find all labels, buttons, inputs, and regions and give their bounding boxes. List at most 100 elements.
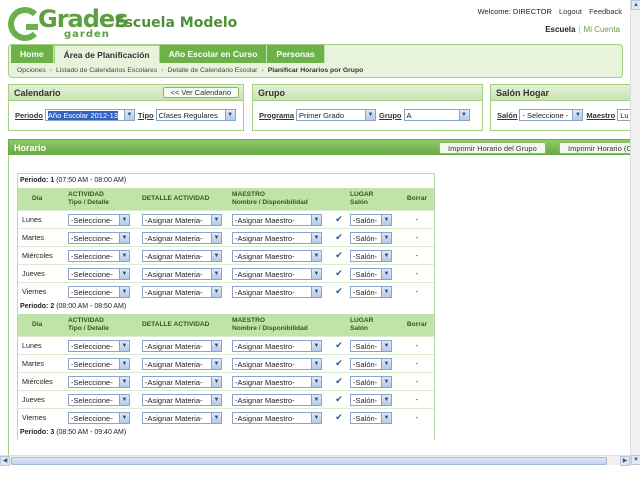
borrar-button[interactable]: - — [402, 359, 432, 368]
materia-select-value: -Asignar Materia- — [145, 287, 203, 297]
chevron-down-icon: ▼ — [381, 232, 391, 243]
logout-link[interactable]: Logout — [559, 7, 582, 16]
breadcrumb-item[interactable]: Listado de Calendarios Escolares — [56, 67, 157, 74]
materia-select[interactable]: -Asignar Materia- ▼ — [142, 375, 222, 388]
tab-1[interactable]: Área de Planificación — [53, 45, 160, 63]
borrar-button[interactable]: - — [402, 233, 432, 242]
actividad-select[interactable]: -Seleccione- ▼ — [68, 213, 130, 226]
borrar-button[interactable]: - — [402, 413, 432, 422]
borrar-button[interactable]: - — [402, 395, 432, 404]
breadcrumb-item[interactable]: Opciones — [17, 67, 46, 74]
materia-select[interactable]: -Asignar Materia- ▼ — [142, 231, 222, 244]
lugar-cell: -Salón- ▼ — [350, 285, 402, 298]
salon-select[interactable]: -Salón- ▼ — [350, 375, 392, 388]
materia-select[interactable]: -Asignar Materia- ▼ — [142, 411, 222, 424]
maestro-select[interactable]: -Asignar Maestro- ▼ — [232, 285, 322, 298]
actividad-select[interactable]: -Seleccione- ▼ — [68, 375, 130, 388]
chevron-down-icon: ▼ — [211, 394, 221, 405]
escuela-link[interactable]: Escuela — [545, 25, 575, 34]
salon-select[interactable]: -Salón- ▼ — [350, 213, 392, 226]
maestro-select[interactable]: -Asignar Maestro- ▼ — [232, 375, 322, 388]
maestro-select[interactable]: -Asignar Maestro- ▼ — [232, 357, 322, 370]
maestro-select[interactable]: -Asignar Maestro- ▼ — [232, 249, 322, 262]
actividad-select[interactable]: -Seleccione- ▼ — [68, 393, 130, 406]
materia-select[interactable]: -Asignar Materia- ▼ — [142, 249, 222, 262]
scroll-down-icon[interactable]: ▼ — [631, 455, 640, 465]
tipo-select[interactable]: Clases Regulares ▼ — [155, 109, 236, 121]
availability-check-icon: ✔ — [335, 376, 343, 386]
tab-0[interactable]: Home — [11, 45, 54, 63]
materia-select[interactable]: -Asignar Materia- ▼ — [142, 213, 222, 226]
actividad-select[interactable]: -Seleccione- ▼ — [68, 285, 130, 298]
col-check — [328, 188, 350, 210]
mi-cuenta-link[interactable]: Mi Cuenta — [584, 25, 620, 34]
salon-select[interactable]: -Salón- ▼ — [350, 411, 392, 424]
periodo-select[interactable]: Año Escolar 2012-13 ▼ — [44, 109, 135, 121]
scroll-up-icon[interactable]: ▲ — [631, 0, 640, 10]
maestro-select[interactable]: -Asignar Maestro- ▼ — [232, 267, 322, 280]
vertical-scrollbar[interactable]: ▲ ▼ — [630, 0, 640, 465]
salon-select[interactable]: -Salón- ▼ — [350, 249, 392, 262]
salon-select[interactable]: -Salón- ▼ — [350, 339, 392, 352]
scroll-right-icon[interactable]: ▶ — [620, 456, 630, 466]
materia-select[interactable]: -Asignar Materia- ▼ — [142, 357, 222, 370]
scroll-left-icon[interactable]: ◀ — [0, 456, 10, 466]
tab-2[interactable]: Año Escolar en Curso — [159, 45, 268, 63]
grades-garden-logo[interactable]: Grades garden — [8, 7, 128, 41]
horizontal-scroll-thumb[interactable] — [11, 457, 607, 465]
imprimir-horario-otro-button[interactable]: Imprimir Horario (C — [559, 142, 640, 154]
col-maestro: MAESTRO Nombre / Disponibilidad — [232, 188, 328, 210]
actividad-select[interactable]: -Seleccione- ▼ — [68, 231, 130, 244]
salon-select[interactable]: -Salón- ▼ — [350, 285, 392, 298]
actividad-select[interactable]: -Seleccione- ▼ — [68, 357, 130, 370]
materia-select[interactable]: -Asignar Materia- ▼ — [142, 285, 222, 298]
actividad-cell: -Seleccione- ▼ — [68, 339, 142, 352]
salon-select[interactable]: -Salón- ▼ — [350, 267, 392, 280]
actividad-select-value: -Seleccione- — [71, 377, 113, 387]
availability-check-icon: ✔ — [335, 412, 343, 422]
actividad-select-value: -Seleccione- — [71, 215, 113, 225]
borrar-button[interactable]: - — [402, 341, 432, 350]
chevron-down-icon: ▼ — [119, 250, 129, 261]
borrar-button[interactable]: - — [402, 287, 432, 296]
maestro-select[interactable]: -Asignar Maestro- ▼ — [232, 393, 322, 406]
actividad-cell: -Seleccione- ▼ — [68, 231, 142, 244]
tab-3[interactable]: Personas — [267, 45, 325, 63]
maestro-select[interactable]: -Asignar Maestro- ▼ — [232, 411, 322, 424]
imprimir-horario-grupo-button[interactable]: Imprimir Horario del Grupo — [439, 142, 546, 154]
materia-select[interactable]: -Asignar Materia- ▼ — [142, 267, 222, 280]
chevron-right-icon: › — [161, 67, 164, 74]
period-label: Periodo: 3 — [20, 429, 55, 436]
breadcrumb-item[interactable]: Detalle de Calendario Escolar — [168, 67, 258, 74]
materia-select[interactable]: -Asignar Materia- ▼ — [142, 339, 222, 352]
detalle-cell: -Asignar Materia- ▼ — [142, 249, 232, 262]
salon-select[interactable]: - Seleccione - ▼ — [519, 109, 584, 121]
ver-calendario-button[interactable]: << Ver Calendario — [162, 87, 239, 98]
horario-schedule: Periodo: 1 (07:50 AM - 08:00 AM) Día ACTIV… — [17, 173, 435, 440]
actividad-select[interactable]: -Seleccione- ▼ — [68, 267, 130, 280]
salon-select[interactable]: -Salón- ▼ — [350, 231, 392, 244]
borrar-button[interactable]: - — [402, 215, 432, 224]
schedule-row: Martes -Seleccione- ▼ -Asignar Materia- ▼ -As… — [18, 228, 434, 246]
salon-select[interactable]: -Salón- ▼ — [350, 357, 392, 370]
borrar-button[interactable]: - — [402, 269, 432, 278]
borrar-button[interactable]: - — [402, 377, 432, 386]
maestro-select[interactable]: -Asignar Maestro- ▼ — [232, 213, 322, 226]
borrar-button[interactable]: - — [402, 251, 432, 260]
materia-select[interactable]: -Asignar Materia- ▼ — [142, 393, 222, 406]
maestro-select[interactable]: -Asignar Maestro- ▼ — [232, 231, 322, 244]
programa-select[interactable]: Primer Grado ▼ — [296, 109, 377, 121]
grupo-select[interactable]: A ▼ — [403, 109, 470, 121]
calendario-title: Calendario << Ver Calendario — [9, 85, 243, 101]
chevron-down-icon: ▼ — [311, 214, 321, 225]
actividad-select[interactable]: -Seleccione- ▼ — [68, 339, 130, 352]
salon-select[interactable]: -Salón- ▼ — [350, 393, 392, 406]
actividad-select[interactable]: -Seleccione- ▼ — [68, 411, 130, 424]
maestro-select[interactable]: -Asignar Maestro- ▼ — [232, 339, 322, 352]
horizontal-scrollbar[interactable]: ◀ ▶ — [0, 455, 630, 466]
schedule-row: Viernes -Seleccione- ▼ -Asignar Materia- ▼ -A… — [18, 282, 434, 300]
actividad-select[interactable]: -Seleccione- ▼ — [68, 249, 130, 262]
schedule-column-headers: Día ACTIVIDAD Tipo / Detalle DETALLE ACTIVI… — [18, 314, 434, 336]
feedback-link[interactable]: Feedback — [589, 7, 622, 16]
salon-select-value: -Salón- — [353, 215, 378, 225]
